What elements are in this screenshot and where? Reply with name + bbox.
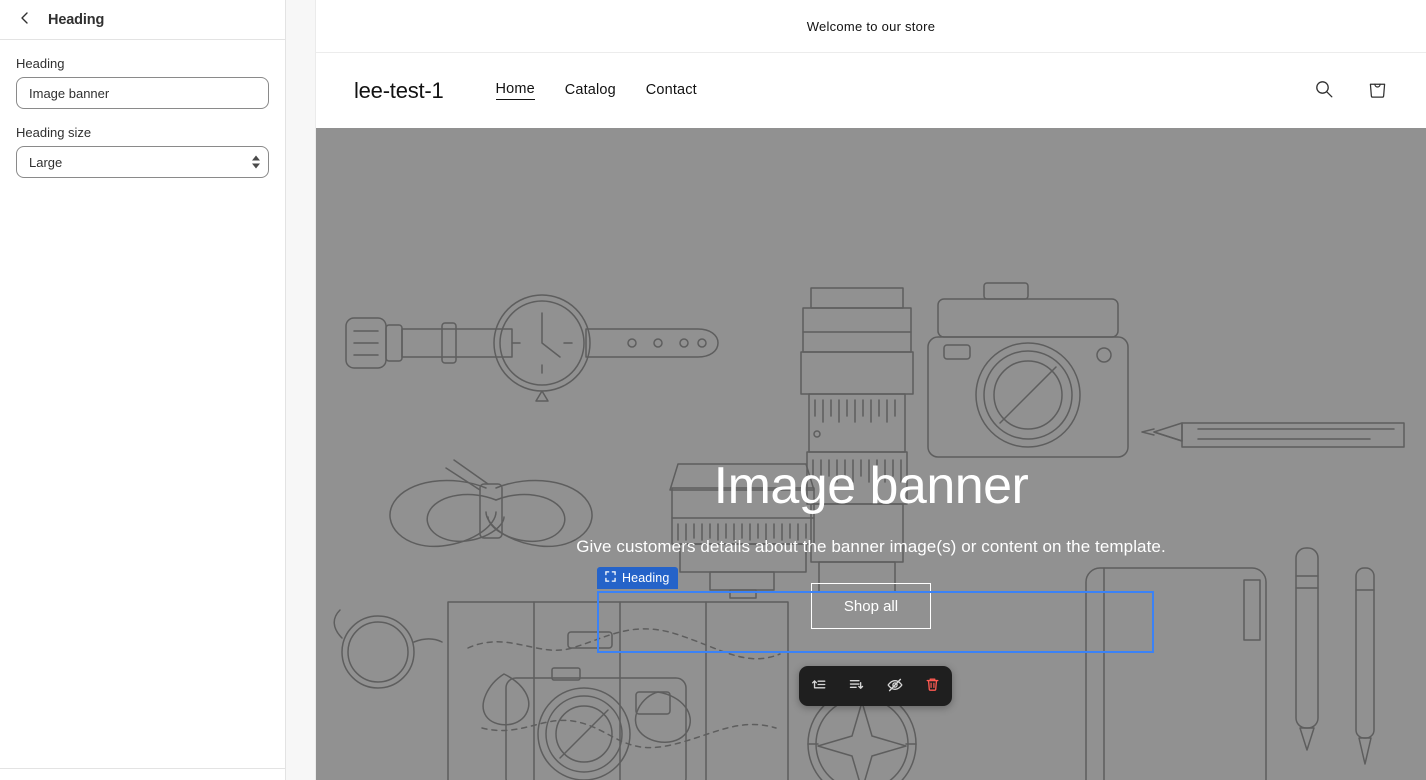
cart-icon [1366, 78, 1389, 104]
section-toolbar [799, 666, 952, 706]
heading-size-value: Large [29, 155, 62, 170]
announcement-text: Welcome to our store [807, 19, 936, 34]
settings-sidebar: Heading Heading Heading size Large [0, 0, 286, 780]
banner-content: Image banner Give customers details abou… [316, 458, 1426, 629]
sidebar-header: Heading [0, 0, 285, 40]
banner-subheading[interactable]: Give customers details about the banner … [576, 537, 1166, 557]
selection-badge[interactable]: Heading [597, 567, 678, 589]
banner-heading[interactable]: Image banner [714, 458, 1029, 515]
announcement-bar: Welcome to our store [316, 0, 1426, 53]
store-header: lee-test-1 Home Catalog Contact [316, 53, 1426, 128]
store-logo[interactable]: lee-test-1 [354, 78, 444, 104]
move-section-down-button[interactable] [842, 672, 870, 700]
cart-button[interactable] [1364, 78, 1390, 104]
hide-section-button[interactable] [881, 672, 909, 700]
delete-section-icon [924, 676, 941, 696]
chevron-left-icon [17, 10, 33, 29]
delete-section-button[interactable] [919, 672, 947, 700]
move-section-up-icon [810, 676, 827, 696]
field-heading: Heading [16, 56, 269, 109]
nav-item-home[interactable]: Home [496, 81, 535, 100]
sidebar-footer [0, 768, 285, 780]
heading-input[interactable] [16, 77, 269, 109]
field-heading-size-label: Heading size [16, 125, 269, 140]
search-icon [1313, 78, 1335, 103]
frame-select-icon [605, 571, 616, 585]
back-button[interactable] [12, 7, 38, 33]
hide-section-icon [886, 676, 904, 697]
sidebar-body: Heading Heading size Large [0, 40, 285, 768]
nav-item-contact[interactable]: Contact [646, 82, 697, 100]
heading-size-select-wrapper: Large [16, 146, 269, 178]
field-heading-size: Heading size Large [16, 125, 269, 178]
main-nav: Home Catalog Contact [496, 81, 697, 100]
page-title: Heading [48, 12, 104, 28]
theme-editor: Heading Heading Heading size Large [0, 0, 1426, 780]
field-heading-label: Heading [16, 56, 269, 71]
header-actions [1311, 78, 1390, 104]
image-banner-section[interactable]: Image banner Give customers details abou… [316, 128, 1426, 780]
store-preview: Welcome to our store lee-test-1 Home Cat… [316, 0, 1426, 780]
selection-badge-label: Heading [622, 571, 669, 585]
nav-item-catalog[interactable]: Catalog [565, 82, 616, 100]
shop-all-button[interactable]: Shop all [811, 583, 931, 629]
search-button[interactable] [1311, 78, 1337, 104]
move-section-down-icon [848, 676, 865, 696]
heading-size-select[interactable]: Large [16, 146, 269, 178]
editor-gutter [286, 0, 316, 780]
move-section-up-button[interactable] [804, 672, 832, 700]
